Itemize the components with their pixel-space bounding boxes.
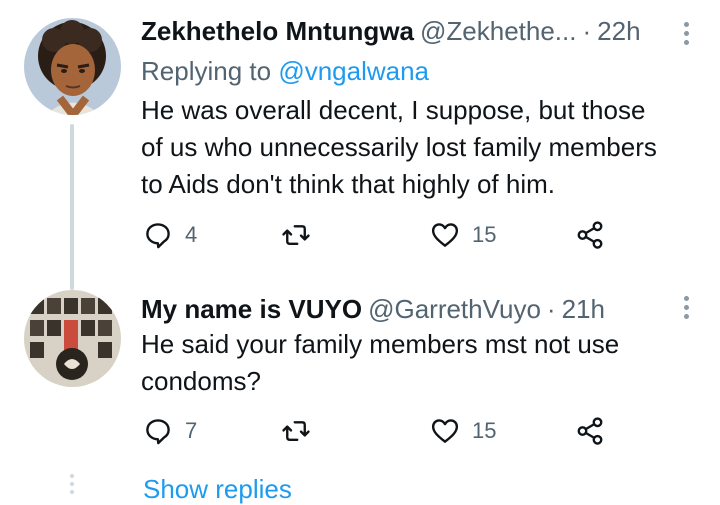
tweet-time[interactable]: 21h [562, 294, 605, 325]
retweet-button[interactable] [281, 220, 323, 250]
reply-bubble-icon [146, 223, 170, 249]
tweet-text-line: to Aids don't think that highly of him. [141, 169, 555, 199]
tweet-text-line: He was overall decent, I suppose, but th… [141, 95, 646, 125]
avatar-zekhethelo[interactable] [24, 18, 121, 115]
tweet-text: He was overall decent, I suppose, but th… [141, 92, 701, 203]
tweet-text-line: condoms? [141, 366, 261, 396]
tweet-text-line: of us who unnecessarily lost family memb… [141, 132, 657, 162]
reply-bubble-icon [146, 419, 170, 445]
heart-icon [431, 419, 459, 443]
author-name[interactable]: My name is VUYO [141, 294, 362, 325]
tweet-actions: 7 15 [141, 416, 621, 448]
tweet-time[interactable]: 22h [597, 16, 640, 47]
share-icon [577, 417, 603, 445]
reply-button[interactable]: 7 [143, 416, 197, 446]
more-vertical-icon[interactable] [684, 22, 690, 49]
reply-count: 7 [185, 418, 198, 443]
tweet-2[interactable]: My name is VUYO @GarrethVuyo · 21h He sa… [0, 290, 720, 494]
share-button[interactable] [575, 220, 605, 250]
more-replies-indicator [70, 474, 74, 498]
reply-button[interactable]: 4 [143, 220, 197, 250]
tweet-1[interactable]: Zekhethelo Mntungwa @Zekhethe... · 22h R… [0, 0, 720, 290]
share-icon [577, 221, 603, 249]
heart-icon [431, 223, 459, 247]
tweet-header: My name is VUYO @GarrethVuyo · 21h [141, 294, 700, 325]
tweet-actions: 4 15 [141, 220, 621, 252]
tweet-header: Zekhethelo Mntungwa @Zekhethe... · 22h [141, 16, 700, 47]
avatar-poster-image [24, 290, 121, 387]
author-handle[interactable]: @Zekhethe... [420, 16, 576, 47]
more-vertical-icon[interactable] [684, 296, 690, 323]
replying-to-label: Replying to [141, 56, 272, 86]
separator-dot: · [546, 294, 556, 324]
author-handle[interactable]: @GarrethVuyo [368, 294, 541, 325]
tweet-text: He said your family members mst not use … [141, 326, 701, 400]
retweet-button[interactable] [281, 416, 323, 446]
replying-to: Replying to @vngalwana [141, 56, 429, 87]
retweet-icon [282, 225, 310, 245]
like-count: 15 [472, 222, 497, 247]
author-name[interactable]: Zekhethelo Mntungwa [141, 16, 414, 47]
separator-dot: · [582, 16, 592, 46]
thread-line [70, 124, 74, 290]
avatar-cartoon-image [24, 18, 121, 115]
show-replies-link[interactable]: Show replies [143, 474, 292, 505]
replying-to-mention[interactable]: @vngalwana [278, 56, 429, 86]
tweet-text-line: He said your family members mst not use [141, 329, 620, 359]
share-button[interactable] [575, 416, 605, 446]
like-count: 15 [472, 418, 497, 443]
retweet-icon [282, 421, 310, 441]
like-button[interactable]: 15 [430, 416, 496, 446]
like-button[interactable]: 15 [430, 220, 496, 250]
reply-count: 4 [185, 222, 198, 247]
avatar-vuyo[interactable] [24, 290, 121, 387]
